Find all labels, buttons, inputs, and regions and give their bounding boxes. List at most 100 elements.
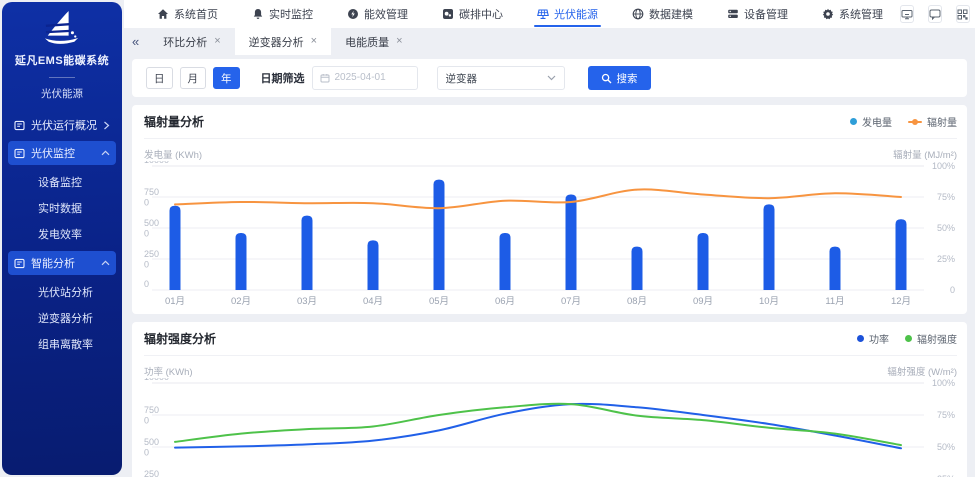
chart2-right-axis-title: 辐射强度 (W/m²) [887, 364, 957, 378]
app-subtitle: 光伏能源 [2, 86, 122, 101]
sidebar-group-label: 光伏运行概况 [31, 117, 97, 133]
range-button-月[interactable]: 月 [180, 67, 207, 89]
legend-功率[interactable]: 功率 [857, 331, 889, 346]
sidebar-item-组串离散率[interactable]: 组串离散率 [2, 331, 122, 357]
chart1-right-axis-title: 辐射量 (MJ/m²) [893, 147, 957, 161]
topnav-items: 系统首页 实时监控 能效管理 碳排中心 光伏能源 数据建模设备管理系统管理 [140, 0, 900, 28]
nav-item-系统首页[interactable]: 系统首页 [140, 0, 235, 28]
svg-text:02月: 02月 [231, 296, 251, 307]
svg-text:100%: 100% [932, 378, 955, 388]
search-button-label: 搜索 [617, 71, 638, 86]
legend-dot-marker [857, 335, 864, 342]
tab-bar: « 环比分析×逆变器分析× 电能质量 × [124, 28, 975, 55]
chart2-legend: 功率 辐射强度 [857, 331, 957, 346]
sidebar-group-光伏监控[interactable]: 光伏监控 [8, 141, 116, 165]
sidebar-item-逆变器分析[interactable]: 逆变器分析 [2, 305, 122, 331]
sidebar-item-实时数据[interactable]: 实时数据 [2, 195, 122, 221]
date-input[interactable]: 2025-04-01 [312, 66, 418, 90]
chevron-right-icon [103, 121, 110, 130]
svg-text:75%: 75% [937, 410, 955, 420]
nav-item-设备管理[interactable]: 设备管理 [710, 0, 805, 28]
legend-辐射量[interactable]: 辐射量 [908, 114, 957, 129]
chart1-header: 辐射量分析 发电量辐射量 [144, 105, 957, 139]
chart2-header: 辐射强度分析 功率辐射强度 [144, 322, 957, 356]
svg-text:100%: 100% [932, 161, 955, 171]
sidebar-item-设备监控[interactable]: 设备监控 [2, 169, 122, 195]
svg-text:75%: 75% [937, 192, 955, 202]
search-icon [601, 73, 612, 84]
nav-item-碳排中心[interactable]: 碳排中心 [425, 0, 520, 28]
nav-item-label: 能效管理 [364, 6, 408, 22]
nav-item-数据建模[interactable]: 数据建模 [615, 0, 710, 28]
nav-item-label: 实时监控 [269, 6, 313, 22]
legend-发电量[interactable]: 发电量 [850, 114, 892, 129]
screen-icon[interactable] [900, 5, 914, 23]
calendar-icon [320, 73, 330, 83]
close-icon[interactable]: × [396, 36, 402, 47]
nav-item-label: 碳排中心 [459, 6, 503, 22]
chevron-up-icon [101, 150, 110, 156]
gear-icon [822, 8, 834, 20]
collapse-tabs-icon[interactable]: « [124, 28, 149, 55]
tab-逆变器分析[interactable]: 逆变器分析× [235, 28, 331, 55]
legend-line-marker [908, 121, 922, 123]
svg-text:05月: 05月 [429, 296, 449, 307]
svg-text:750: 750 [144, 405, 159, 415]
chevron-up-icon [101, 150, 110, 156]
svg-text:250: 250 [144, 469, 159, 477]
svg-text:50%: 50% [937, 442, 955, 452]
svg-text:09月: 09月 [693, 296, 713, 307]
svg-text:0: 0 [144, 448, 149, 458]
solar-panel-icon [537, 8, 549, 20]
svg-text:0: 0 [144, 279, 149, 289]
svg-text:07月: 07月 [561, 296, 581, 307]
sidebar-item-发电效率[interactable]: 发电效率 [2, 221, 122, 247]
close-icon[interactable]: × [214, 36, 220, 47]
radiation-intensity-chart: 10000100%750075%500050%250025%00 [144, 378, 957, 477]
home-icon [157, 8, 169, 20]
menu-doc-icon [14, 120, 25, 131]
nav-item-实时监控[interactable]: 实时监控 [235, 0, 330, 28]
chart1-axis-titles: 发电量 (KWh) 辐射量 (MJ/m²) [144, 139, 957, 161]
tab-电能质量[interactable]: 电能质量 × [331, 28, 416, 55]
search-button[interactable]: 搜索 [588, 66, 651, 90]
svg-text:0: 0 [144, 198, 149, 208]
svg-text:0: 0 [144, 416, 149, 426]
range-button-年[interactable]: 年 [213, 67, 240, 89]
nav-item-能效管理[interactable]: 能效管理 [330, 0, 425, 28]
nav-item-label: 系统首页 [174, 6, 218, 22]
legend-辐射强度[interactable]: 辐射强度 [905, 331, 957, 346]
sidebar: 延凡EMS能碳系统 光伏能源 光伏运行概况光伏监控设备监控实时数据发电效率智能分… [2, 2, 122, 475]
date-value: 2025-04-01 [335, 73, 389, 83]
logo-sailboat-icon [39, 10, 85, 46]
menu-doc-icon [14, 258, 25, 269]
sidebar-group-光伏运行概况[interactable]: 光伏运行概况 [8, 113, 116, 137]
svg-text:0: 0 [144, 260, 149, 270]
tab-label: 电能质量 [345, 34, 389, 50]
sidebar-group-智能分析[interactable]: 智能分析 [8, 251, 116, 275]
app-root: 延凡EMS能碳系统 光伏能源 光伏运行概况光伏监控设备监控实时数据发电效率智能分… [0, 0, 975, 477]
inverter-select[interactable]: 逆变器 [437, 66, 565, 90]
svg-text:0: 0 [950, 285, 955, 295]
radiation-amount-chart: 10000100%750075%500050%250025%0001月02月03… [144, 161, 957, 314]
sidebar-item-光伏站分析[interactable]: 光伏站分析 [2, 279, 122, 305]
svg-text:10月: 10月 [759, 296, 779, 307]
range-button-日[interactable]: 日 [146, 67, 173, 89]
qrcode-icon[interactable] [956, 5, 970, 23]
chevron-up-icon [101, 260, 110, 266]
nav-item-光伏能源[interactable]: 光伏能源 [520, 0, 615, 28]
close-icon[interactable]: × [311, 36, 317, 47]
tab-环比分析[interactable]: 环比分析× [149, 28, 234, 55]
svg-text:12月: 12月 [891, 296, 911, 307]
menu-doc-icon [14, 148, 25, 159]
chevron-right-icon [103, 121, 110, 130]
nav-item-系统管理[interactable]: 系统管理 [805, 0, 900, 28]
top-nav: 系统首页 实时监控 能效管理 碳排中心 光伏能源 数据建模设备管理系统管理 [124, 0, 975, 28]
message-icon[interactable] [928, 5, 942, 23]
filter-bar: 日月年 日期筛选 2025-04-01 逆变器 搜索 [132, 59, 967, 97]
svg-text:25%: 25% [937, 254, 955, 264]
svg-text:03月: 03月 [297, 296, 317, 307]
svg-text:01月: 01月 [165, 296, 185, 307]
range-buttons: 日月年 [146, 67, 240, 89]
nav-item-label: 光伏能源 [554, 6, 598, 22]
